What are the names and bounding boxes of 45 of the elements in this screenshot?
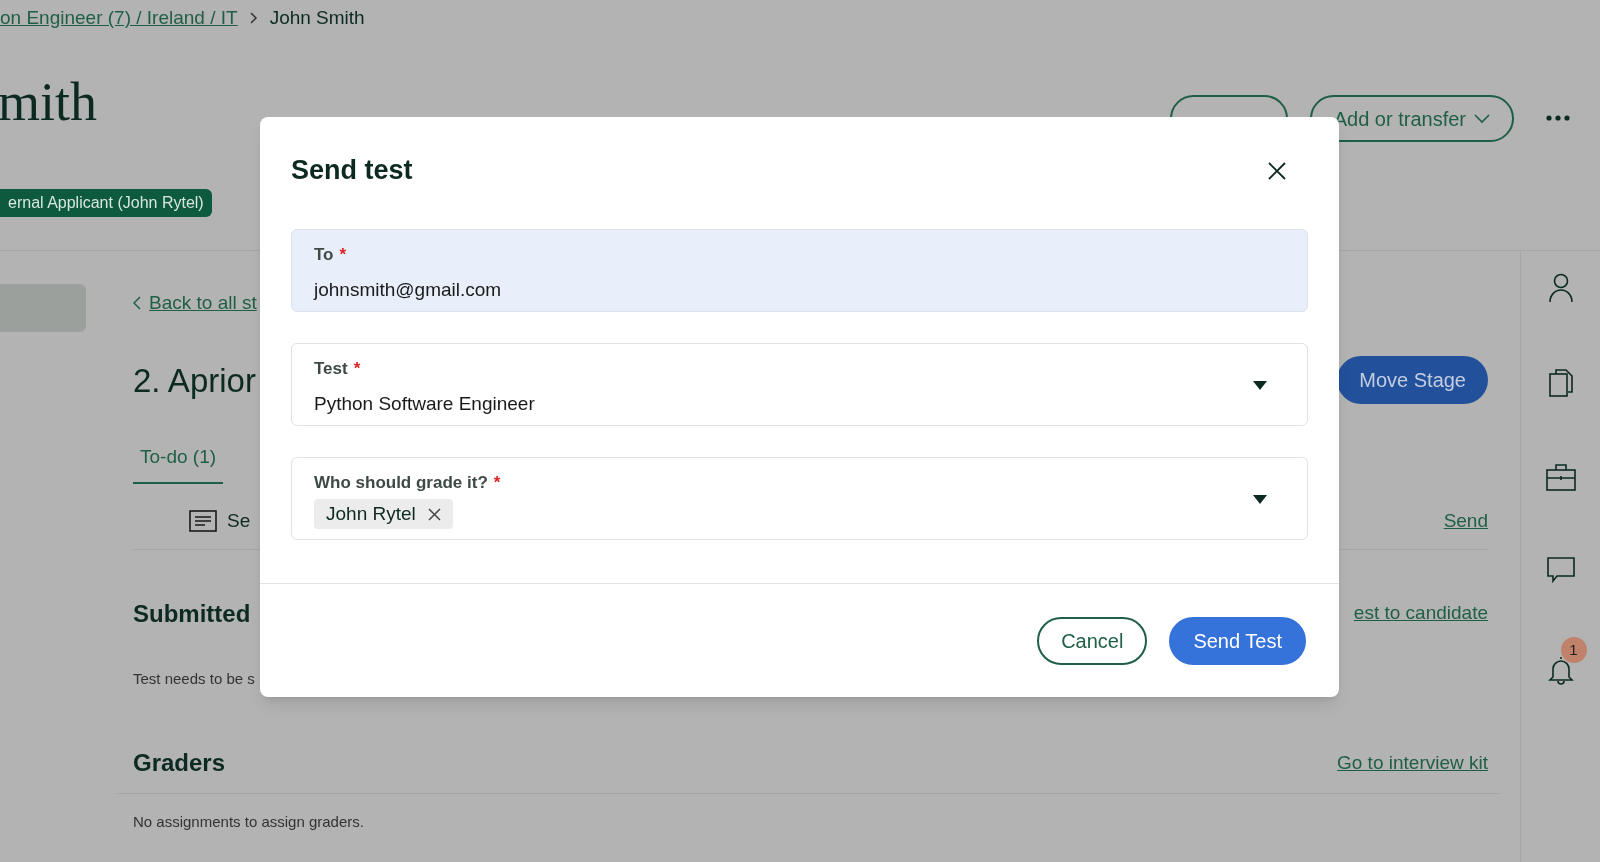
more-icon[interactable]: [1546, 115, 1570, 121]
field-label: Test: [314, 357, 348, 380]
selected-chip[interactable]: John Rytel: [314, 499, 453, 529]
chat-icon[interactable]: [1546, 557, 1575, 583]
copy-icon[interactable]: [1547, 369, 1574, 397]
close-icon[interactable]: [1268, 162, 1286, 180]
back-link[interactable]: Back to all st: [149, 289, 257, 318]
required-mark: *: [339, 243, 347, 266]
section-note: Test needs to be s: [133, 668, 256, 689]
field-label: Who should grade it?: [314, 471, 488, 494]
section-link[interactable]: est to candidate: [1353, 599, 1488, 628]
section-link[interactable]: Go to interview kit: [1337, 748, 1488, 778]
person-icon[interactable]: [1547, 273, 1574, 303]
chevron-down-icon: [1474, 113, 1490, 124]
select-field[interactable]: Who should grade it? * John Rytel: [291, 456, 1308, 540]
todo-text: Se: [227, 508, 251, 533]
bell-icon[interactable]: [1547, 655, 1574, 685]
select-field[interactable]: Test * Python Software Engineer: [291, 342, 1308, 426]
section-title: Graders: [133, 748, 226, 778]
breadcrumb-current: John Smith: [269, 6, 365, 30]
field-value: johnsmith@gmail.com: [314, 278, 503, 302]
dialog-title: Send test: [291, 154, 413, 187]
input-field[interactable]: To * johnsmith@gmail.com: [291, 228, 1308, 312]
section-note: No assignments to assign graders.: [133, 812, 365, 832]
document-icon: [189, 510, 217, 532]
remove-icon[interactable]: [427, 507, 441, 521]
breadcrumb-link[interactable]: on Engineer (7) / Ireland / IT: [0, 4, 238, 33]
dropdown-arrow-icon: [1253, 494, 1267, 504]
cancel-button[interactable]: Cancel: [1037, 616, 1148, 665]
field-label: To: [314, 243, 334, 266]
briefcase-icon[interactable]: [1545, 463, 1576, 491]
notification-badge: 1: [1560, 637, 1587, 663]
section-title: Submitted: [133, 598, 251, 629]
required-mark: *: [353, 357, 361, 380]
move-stage-button[interactable]: Move Stage: [1337, 356, 1488, 405]
send-test-button[interactable]: Send Test: [1169, 616, 1306, 665]
tab[interactable]: To-do (1): [133, 443, 224, 484]
send-link[interactable]: Send: [1443, 506, 1488, 536]
required-mark: *: [493, 471, 501, 494]
dropdown-arrow-icon: [1253, 380, 1267, 390]
chevron-left-icon: [133, 296, 141, 311]
applicant-badge: ernal Applicant (John Rytel): [0, 188, 212, 217]
chevron-right-icon: [249, 12, 258, 25]
stage-title: 2. Aprior: [133, 360, 256, 401]
field-value: Python Software Engineer: [314, 392, 536, 416]
